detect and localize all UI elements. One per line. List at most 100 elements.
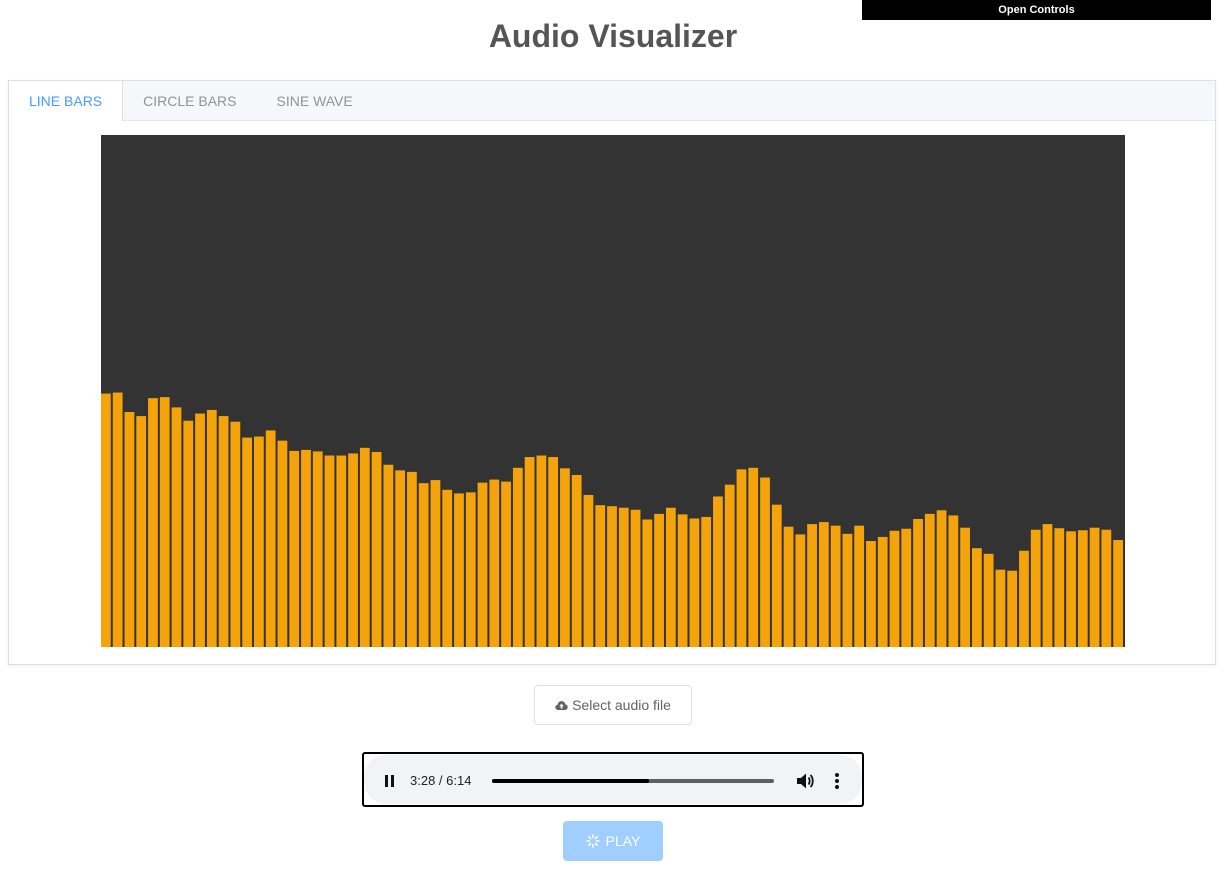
frequency-bar — [489, 479, 500, 647]
frequency-bar — [1089, 527, 1100, 647]
frequency-bar — [971, 548, 982, 647]
frequency-bar — [713, 496, 723, 647]
frequency-bar — [901, 528, 912, 647]
frequency-bar — [936, 510, 947, 647]
frequency-bar — [112, 392, 123, 647]
frequency-bar — [430, 480, 441, 647]
frequency-bar — [195, 413, 205, 647]
frequency-bar — [136, 416, 147, 647]
frequency-bar — [512, 467, 523, 647]
frequency-bar — [748, 467, 759, 647]
frequency-bar — [312, 451, 323, 647]
open-controls-button[interactable]: Open Controls — [862, 0, 1211, 20]
frequency-bar — [560, 468, 570, 647]
frequency-bar — [206, 409, 217, 647]
frequency-bar — [607, 506, 617, 647]
frequency-bar — [1066, 531, 1076, 647]
frequency-bar — [654, 513, 664, 647]
cloud-upload-icon — [555, 700, 568, 710]
frequency-bar — [371, 451, 382, 647]
frequency-bar — [218, 416, 229, 647]
frequency-bar — [736, 469, 747, 647]
frequency-bar — [1101, 529, 1112, 647]
visualizer-canvas — [101, 135, 1125, 647]
frequency-bar — [418, 483, 429, 647]
frequency-bar — [454, 493, 464, 647]
frequency-bar — [101, 393, 111, 647]
frequency-bar — [501, 481, 511, 647]
frequency-bar — [1030, 529, 1041, 647]
frequency-bar — [583, 494, 594, 647]
volume-icon[interactable] — [795, 772, 815, 790]
frequency-bar — [595, 505, 606, 647]
frequency-bar — [1113, 539, 1123, 647]
frequency-bar — [877, 536, 888, 647]
frequency-bar — [171, 407, 182, 647]
loading-icon — [585, 834, 600, 848]
frequency-bar — [960, 527, 970, 647]
frequency-bar — [524, 457, 535, 647]
play-button-label: PLAY — [605, 833, 641, 849]
frequency-bar — [866, 541, 876, 647]
frequency-bar — [571, 474, 582, 647]
frequency-bar — [477, 482, 488, 647]
pause-icon[interactable] — [382, 774, 396, 788]
frequency-bar — [913, 519, 923, 647]
playback-time: 3:28 / 6:14 — [410, 773, 472, 788]
frequency-bar — [254, 436, 264, 647]
frequency-bar — [465, 492, 476, 647]
frequency-bar — [842, 533, 853, 647]
frequency-bar — [324, 455, 335, 647]
frequency-bar — [442, 489, 453, 647]
frequency-bar — [159, 397, 170, 647]
more-options-icon[interactable] — [833, 772, 841, 790]
seek-slider[interactable] — [492, 779, 774, 783]
frequency-bar — [383, 464, 394, 647]
frequency-bar — [1077, 530, 1088, 647]
frequency-bar — [760, 477, 770, 647]
frequency-bar — [1054, 528, 1065, 647]
tabs-header: LINE BARS CIRCLE BARS SINE WAVE — [9, 81, 1215, 121]
frequency-bar — [301, 449, 311, 647]
frequency-bar — [854, 525, 865, 647]
frequency-bar — [1007, 570, 1018, 647]
frequency-bar — [1019, 550, 1029, 647]
visualizer-tabs-panel: LINE BARS CIRCLE BARS SINE WAVE — [8, 80, 1216, 665]
frequency-bar — [336, 455, 347, 647]
frequency-bar — [548, 457, 559, 647]
frequency-bar — [230, 421, 241, 647]
frequency-bar — [148, 398, 158, 647]
frequency-bar — [724, 484, 735, 647]
frequency-bar — [677, 514, 688, 647]
frequency-bar — [783, 526, 794, 647]
frequency-bar — [183, 420, 194, 647]
frequency-bar — [536, 455, 547, 647]
play-button[interactable]: PLAY — [563, 821, 663, 861]
frequency-bar — [618, 507, 629, 647]
frequency-bar — [807, 524, 817, 647]
frequency-bar — [277, 440, 288, 647]
tab-sine-wave[interactable]: SINE WAVE — [257, 81, 373, 121]
frequency-bar — [948, 515, 959, 647]
tab-line-bars[interactable]: LINE BARS — [9, 81, 124, 121]
frequency-bar — [265, 430, 276, 647]
seek-slider-fill — [492, 779, 649, 783]
frequency-bar — [348, 453, 358, 647]
tab-circle-bars[interactable]: CIRCLE BARS — [123, 81, 256, 121]
frequency-bar — [830, 525, 841, 647]
frequency-bar — [701, 516, 712, 647]
frequency-bar — [689, 518, 700, 647]
frequency-bar — [924, 513, 935, 647]
frequency-bar — [395, 470, 406, 647]
select-audio-file-button[interactable]: Select audio file — [534, 685, 692, 725]
frequency-bar — [242, 437, 253, 647]
frequency-bar — [889, 530, 900, 647]
frequency-bar — [289, 450, 300, 647]
audio-player: 3:28 / 6:14 — [362, 752, 864, 807]
frequency-bar — [995, 569, 1006, 647]
frequency-bar — [665, 507, 676, 647]
select-audio-file-label: Select audio file — [572, 697, 671, 713]
frequency-bar — [407, 471, 417, 647]
frequency-bar — [983, 553, 994, 647]
frequency-bar — [359, 447, 370, 647]
